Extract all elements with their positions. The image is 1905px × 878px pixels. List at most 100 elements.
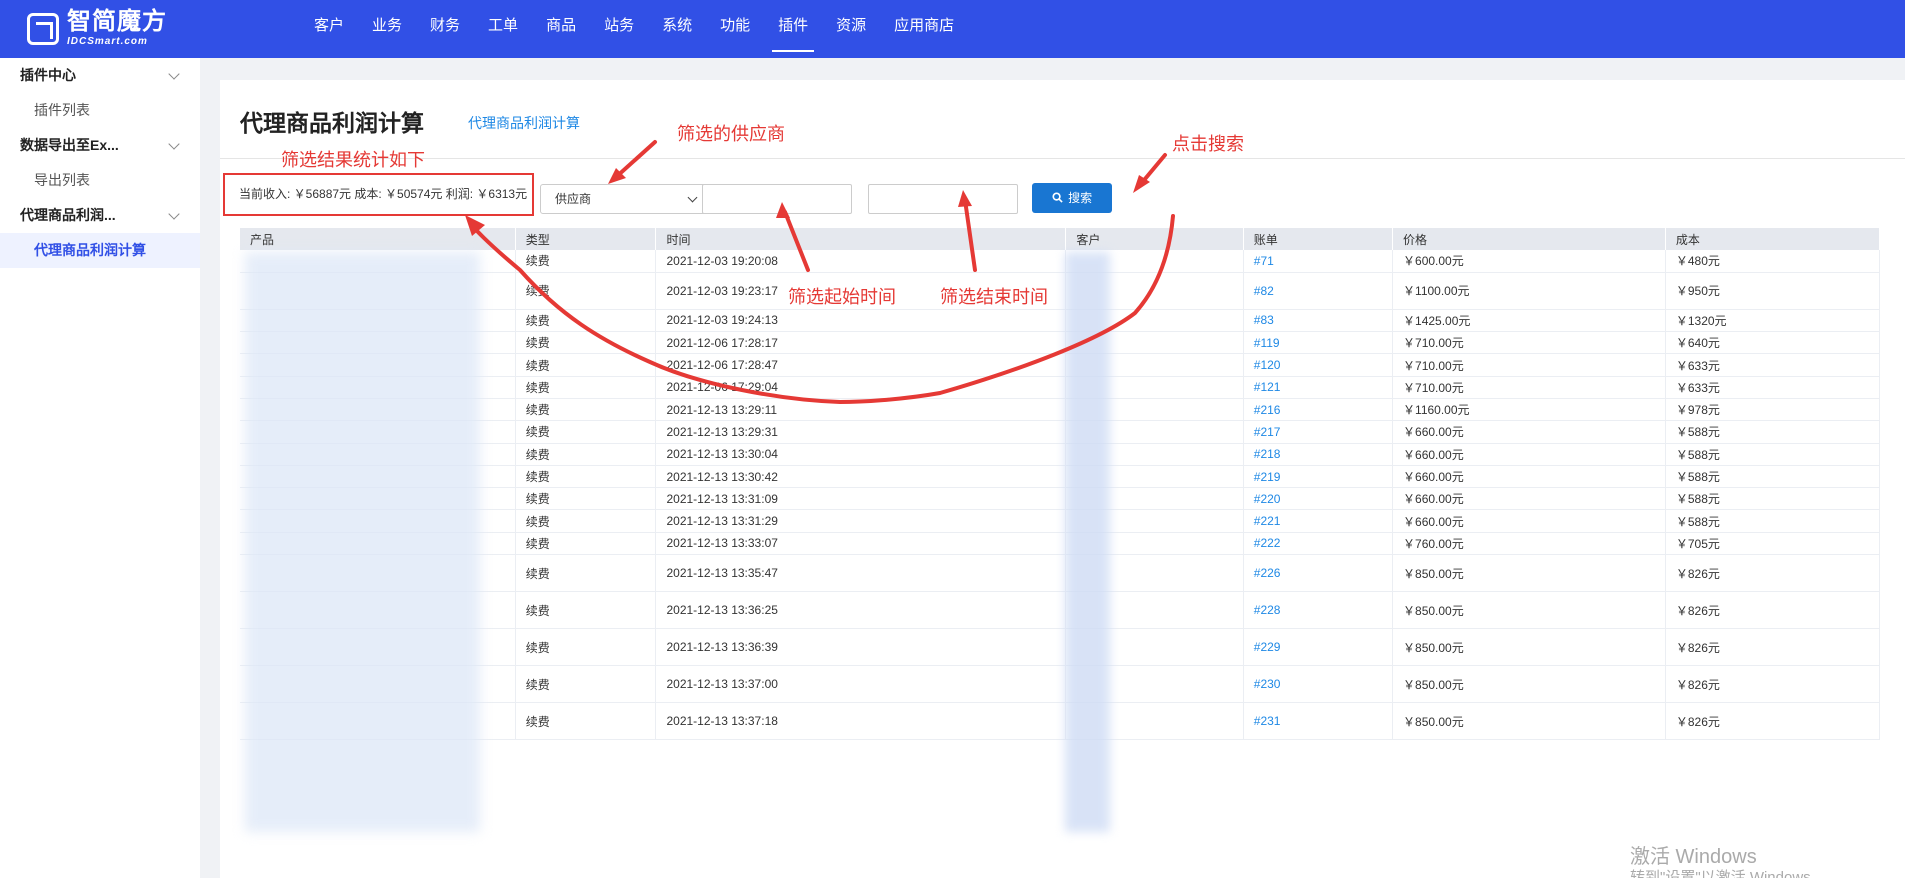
invoice-link[interactable]: #230 (1243, 665, 1394, 704)
column-header[interactable]: 成本 (1665, 228, 1881, 250)
table-row[interactable]: 续费 2021-12-03 19:24:13 #83 ￥1425.00元 ￥1320元 (240, 309, 1881, 333)
sidebar-group[interactable]: 插件中心 (0, 58, 200, 93)
blurred-customer-column (1065, 252, 1110, 832)
table-cell: ￥850.00元 (1392, 591, 1666, 630)
table-row[interactable]: 续费 2021-12-13 13:31:29 #221 ￥660.00元 ￥588元 (240, 509, 1881, 533)
nav-item[interactable]: 财务 (416, 0, 474, 58)
table-cell: ￥760.00元 (1392, 532, 1666, 556)
chevron-down-icon (687, 192, 698, 203)
page-title-link[interactable]: 代理商品利润计算 (468, 113, 580, 133)
chevron-down-icon (168, 138, 180, 150)
table-row[interactable]: 续费 2021-12-13 13:37:18 #231 ￥850.00元 ￥826元 (240, 702, 1881, 741)
table-body: 续费 2021-12-03 19:20:08 #71 ￥600.00元 ￥480元 续费 2… (240, 250, 1881, 741)
table-cell: 续费 (515, 398, 657, 422)
sidebar-group[interactable]: 代理商品利润... (0, 198, 200, 233)
annotation-stats-label: 筛选结果统计如下 (281, 150, 425, 170)
invoice-link[interactable]: #119 (1243, 331, 1394, 355)
nav-item[interactable]: 客户 (300, 0, 358, 58)
table-cell: 续费 (515, 353, 657, 377)
invoice-link[interactable]: #231 (1243, 702, 1394, 741)
table-cell: 续费 (515, 591, 657, 630)
invoice-link[interactable]: #71 (1243, 250, 1394, 273)
nav-item[interactable]: 商品 (532, 0, 590, 58)
invoice-link[interactable]: #83 (1243, 309, 1394, 333)
table-cell: 续费 (515, 465, 657, 489)
invoice-link[interactable]: #222 (1243, 532, 1394, 556)
nav-item[interactable]: 插件 (764, 0, 822, 58)
divider (220, 158, 1905, 159)
top-navbar: 智简魔方 IDCSmart.com 客户 业务 财务 工单 商品 站务 系统 功能 插件 资源 应用… (0, 0, 1905, 58)
nav-item[interactable]: 应用商店 (880, 0, 968, 58)
windows-watermark-sub: 转到"设置"以激活 Windows (1630, 869, 1811, 878)
invoice-link[interactable]: #229 (1243, 628, 1394, 667)
sidebar-item[interactable]: 代理商品利润计算 (0, 233, 200, 268)
table-row[interactable]: 续费 2021-12-13 13:33:07 #222 ￥760.00元 ￥705元 (240, 532, 1881, 556)
sidebar-group-label: 代理商品利润... (20, 207, 116, 223)
table-cell: ￥950元 (1665, 272, 1881, 310)
column-header[interactable]: 价格 (1392, 228, 1666, 250)
search-button-label: 搜索 (1068, 191, 1093, 205)
table-cell: 续费 (515, 509, 657, 533)
blurred-product-column (245, 252, 480, 832)
table-row[interactable]: 续费 2021-12-03 19:20:08 #71 ￥600.00元 ￥480元 (240, 250, 1881, 273)
invoice-link[interactable]: #120 (1243, 353, 1394, 377)
table-cell: 2021-12-13 13:36:39 (655, 628, 1067, 667)
invoice-link[interactable]: #220 (1243, 487, 1394, 511)
table-cell: ￥710.00元 (1392, 353, 1666, 377)
annotation-supplier: 筛选的供应商 (677, 124, 785, 144)
table-cell: ￥660.00元 (1392, 443, 1666, 466)
column-header[interactable]: 类型 (515, 228, 657, 250)
column-header[interactable]: 账单 (1243, 228, 1394, 250)
invoice-link[interactable]: #216 (1243, 398, 1394, 422)
table-row[interactable]: 续费 2021-12-13 13:29:31 #217 ￥660.00元 ￥588元 (240, 420, 1881, 444)
brand-name: 智简魔方 (67, 8, 167, 35)
brand-logo[interactable]: 智简魔方 IDCSmart.com (27, 10, 167, 47)
table-cell: 2021-12-13 13:30:42 (655, 465, 1067, 489)
supplier-select[interactable]: 供应商 (540, 184, 707, 214)
table-cell: ￥660.00元 (1392, 509, 1666, 533)
table-cell: 续费 (515, 272, 657, 310)
invoice-link[interactable]: #217 (1243, 420, 1394, 444)
table-row[interactable]: 续费 2021-12-06 17:28:47 #120 ￥710.00元 ￥633元 (240, 353, 1881, 377)
table-row[interactable]: 续费 2021-12-13 13:36:25 #228 ￥850.00元 ￥826元 (240, 591, 1881, 630)
column-header[interactable]: 客户 (1065, 228, 1244, 250)
invoice-link[interactable]: #226 (1243, 554, 1394, 593)
nav-item[interactable]: 工单 (474, 0, 532, 58)
end-time-input[interactable] (868, 184, 1018, 214)
table-row[interactable]: 续费 2021-12-13 13:36:39 #229 ￥850.00元 ￥826元 (240, 628, 1881, 667)
table-row[interactable]: 续费 2021-12-13 13:35:47 #226 ￥850.00元 ￥826元 (240, 554, 1881, 593)
table-cell: 2021-12-13 13:35:47 (655, 554, 1067, 593)
column-header[interactable]: 时间 (655, 228, 1067, 250)
logo-mark-icon (27, 12, 59, 45)
nav-item[interactable]: 业务 (358, 0, 416, 58)
table-cell: ￥588元 (1665, 487, 1881, 511)
table-row[interactable]: 续费 2021-12-13 13:37:00 #230 ￥850.00元 ￥826元 (240, 665, 1881, 704)
table-row[interactable]: 续费 2021-12-13 13:30:42 #219 ￥660.00元 ￥588元 (240, 465, 1881, 489)
table-row[interactable]: 续费 2021-12-06 17:28:17 #119 ￥710.00元 ￥640元 (240, 331, 1881, 355)
sidebar-item[interactable]: 导出列表 (0, 163, 200, 198)
table-cell: 续费 (515, 443, 657, 466)
table-row[interactable]: 续费 2021-12-13 13:30:04 #218 ￥660.00元 ￥588元 (240, 443, 1881, 466)
invoice-link[interactable]: #218 (1243, 443, 1394, 466)
sidebar-item[interactable]: 插件列表 (0, 93, 200, 128)
invoice-link[interactable]: #221 (1243, 509, 1394, 533)
table-row[interactable]: 续费 2021-12-13 13:29:11 #216 ￥1160.00元 ￥978元 (240, 398, 1881, 422)
invoice-link[interactable]: #121 (1243, 376, 1394, 399)
invoice-link[interactable]: #228 (1243, 591, 1394, 630)
nav-item[interactable]: 站务 (590, 0, 648, 58)
start-time-input[interactable] (702, 184, 852, 214)
sidebar-group[interactable]: 数据导出至Ex... (0, 128, 200, 163)
table-cell: 2021-12-06 17:29:04 (655, 376, 1067, 399)
search-button[interactable]: 搜索 (1032, 183, 1112, 213)
invoice-link[interactable]: #219 (1243, 465, 1394, 489)
nav-item[interactable]: 系统 (648, 0, 706, 58)
nav-item[interactable]: 功能 (706, 0, 764, 58)
table-row[interactable]: 续费 2021-12-13 13:31:09 #220 ￥660.00元 ￥588元 (240, 487, 1881, 511)
table-row[interactable]: 续费 2021-12-06 17:29:04 #121 ￥710.00元 ￥633元 (240, 376, 1881, 399)
table-cell: 2021-12-13 13:31:09 (655, 487, 1067, 511)
column-header[interactable]: 产品 (240, 228, 516, 250)
table-cell: 续费 (515, 532, 657, 556)
table-row[interactable]: 续费 2021-12-03 19:23:17 #82 ￥1100.00元 ￥950元 (240, 272, 1881, 310)
nav-item[interactable]: 资源 (822, 0, 880, 58)
invoice-link[interactable]: #82 (1243, 272, 1394, 310)
